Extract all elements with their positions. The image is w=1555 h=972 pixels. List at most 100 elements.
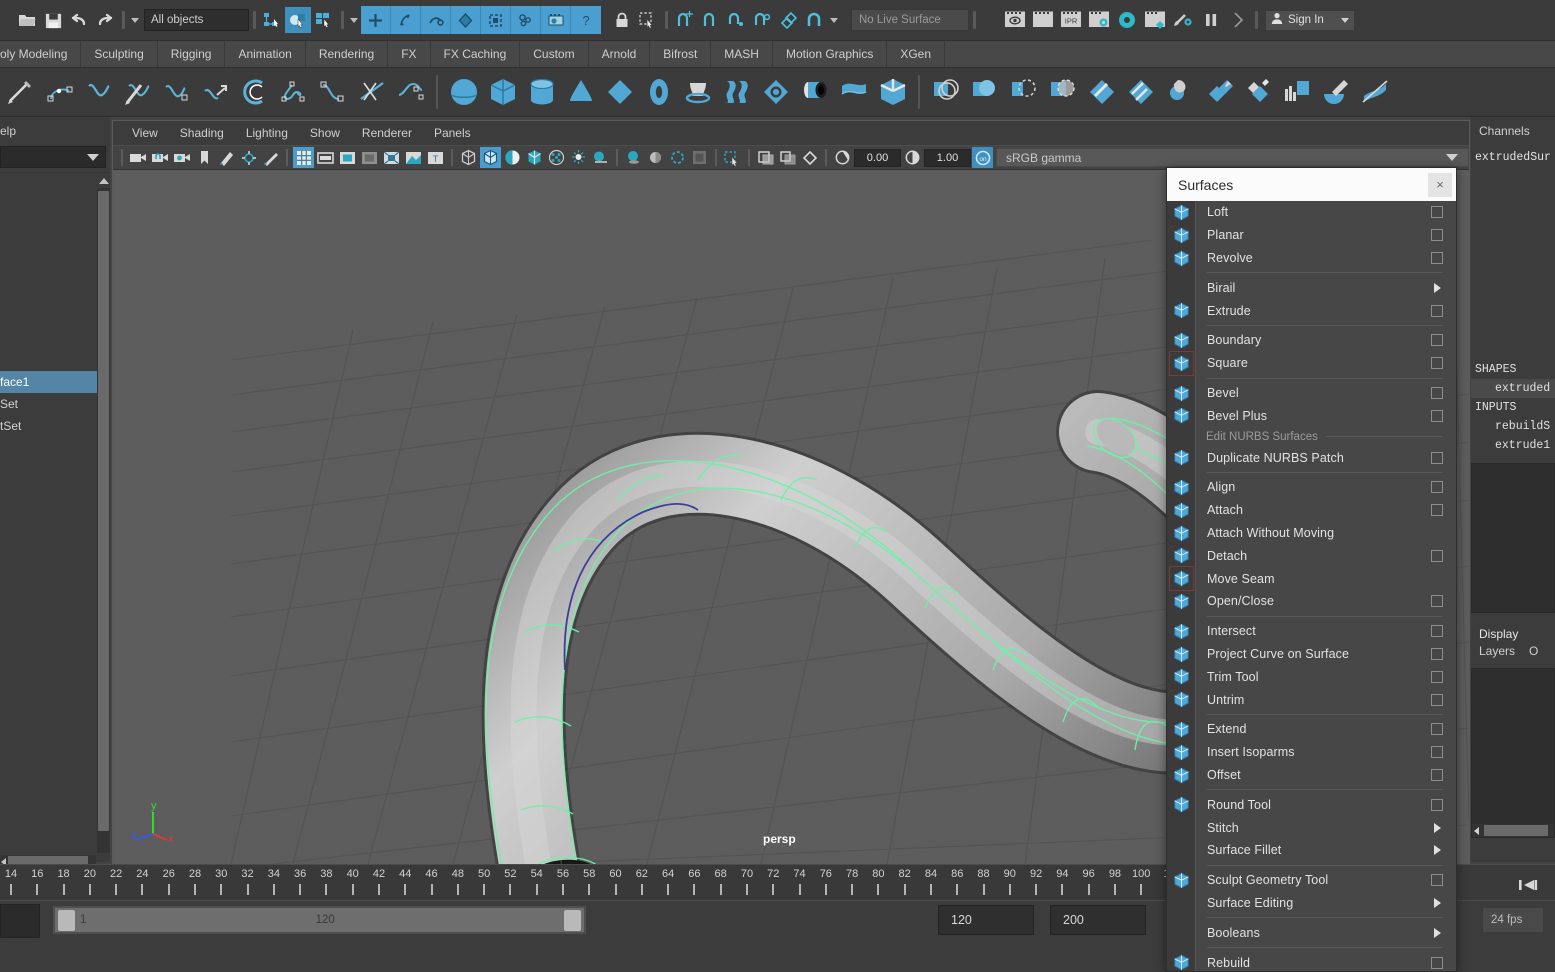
sign-in-button[interactable]: Sign In [1265, 9, 1355, 31]
list-item[interactable]: Set [0, 393, 110, 415]
time-tick[interactable] [798, 884, 801, 895]
tab-channels[interactable]: Channels [1479, 124, 1530, 138]
move-seam-icon[interactable] [1169, 566, 1194, 591]
time-slider-ticks[interactable]: 14 16 18 20 22 24 26 28 30 32 34 36 38 40 42 44 46 48 50 52… [0, 865, 1178, 901]
menu-item-extend[interactable]: Extend [1196, 718, 1456, 741]
menu-item-loft[interactable]: Loft [1196, 201, 1456, 224]
time-tick[interactable] [246, 884, 249, 895]
time-tick[interactable] [614, 884, 617, 895]
selection-highlight-icon[interactable] [635, 7, 661, 33]
time-tick[interactable] [193, 884, 196, 895]
option-box-checkbox[interactable] [1431, 451, 1443, 464]
option-box-checkbox[interactable] [1431, 304, 1443, 317]
menu-item-duplicate-nurbs-patch[interactable]: Duplicate NURBS Patch [1196, 446, 1456, 469]
menu-item-birail[interactable]: Birail [1196, 276, 1456, 299]
safe-title-icon[interactable]: T [425, 147, 446, 168]
reverse-direction-icon[interactable] [1356, 72, 1393, 112]
time-tick[interactable] [903, 884, 906, 895]
time-tick[interactable] [1035, 884, 1038, 895]
bookmark-icon[interactable] [194, 147, 215, 168]
image-plane-icon[interactable] [216, 147, 237, 168]
boundary-icon[interactable] [874, 72, 911, 112]
nurbs-cylinder-icon[interactable] [523, 72, 560, 112]
mask-curves-icon[interactable] [391, 6, 421, 34]
menu-item-project-curve-on-surface[interactable]: Project Curve on Surface [1196, 643, 1456, 666]
detach-curves-icon[interactable] [314, 72, 351, 112]
camera-attributes-icon[interactable] [150, 147, 171, 168]
shelf-tab[interactable]: MASH [711, 41, 773, 67]
time-tick[interactable] [1087, 884, 1090, 895]
menu-item-align[interactable]: Align [1196, 476, 1456, 499]
option-box-checkbox[interactable] [1431, 229, 1443, 242]
round-tool-icon[interactable] [1170, 793, 1193, 816]
field-chart-icon[interactable] [381, 147, 402, 168]
menu-item-detach[interactable]: Detach [1196, 544, 1456, 567]
nurbs-torus-icon[interactable] [640, 72, 677, 112]
time-tick[interactable] [430, 884, 433, 895]
smooth-shade-icon[interactable] [480, 147, 501, 168]
pencil-curve-tool-icon[interactable] [119, 72, 156, 112]
time-tick[interactable] [483, 884, 486, 895]
time-tick[interactable] [272, 884, 275, 895]
selection-filter-combo[interactable]: All objects [144, 9, 249, 31]
xray-active-components-icon[interactable] [799, 147, 820, 168]
time-tick[interactable] [693, 884, 696, 895]
undo-icon[interactable] [66, 7, 92, 33]
close-icon[interactable]: × [1428, 172, 1452, 197]
untrim-icon[interactable] [1170, 688, 1193, 711]
option-box-checkbox[interactable] [1431, 549, 1443, 562]
time-tick[interactable] [1061, 884, 1064, 895]
offset-icon[interactable] [1170, 764, 1193, 787]
option-box-checkbox[interactable] [1431, 956, 1443, 969]
loft-icon[interactable] [1170, 201, 1193, 224]
shelf-tab[interactable]: FX Caching [431, 41, 521, 67]
wireframe-icon[interactable] [458, 147, 479, 168]
time-tick[interactable] [561, 884, 564, 895]
option-box-checkbox[interactable] [1431, 693, 1443, 706]
lighting-icon[interactable] [568, 147, 589, 168]
cut-curve-icon[interactable] [353, 72, 390, 112]
bevel-plus-icon[interactable] [1170, 404, 1193, 427]
option-box-checkbox[interactable] [1431, 386, 1443, 399]
scrollbar-thumb[interactable] [98, 191, 109, 831]
gamma-field[interactable]: 1.00 [924, 148, 971, 167]
playback-speed-field[interactable]: 24 fps [1482, 907, 1544, 933]
time-tick[interactable] [36, 884, 39, 895]
xray-joints-icon[interactable] [777, 147, 798, 168]
exposure-field[interactable]: 0.00 [854, 148, 901, 167]
shelf-tab[interactable]: Rigging [158, 41, 226, 67]
inputs-item[interactable]: extrude1 [1471, 436, 1555, 455]
time-tick[interactable] [456, 884, 459, 895]
viewport-menu-lighting[interactable]: Lighting [235, 126, 299, 140]
menu-item-insert-isoparms[interactable]: Insert Isoparms [1196, 741, 1456, 764]
render-settings-icon[interactable] [1085, 7, 1113, 33]
planar-icon[interactable] [1170, 224, 1193, 247]
lock-icon[interactable] [609, 7, 635, 33]
safe-action-icon[interactable] [403, 147, 424, 168]
pause-render-icon[interactable] [1197, 7, 1225, 33]
detach-icon[interactable] [1170, 544, 1193, 567]
shelf-tab[interactable]: Rendering [306, 41, 389, 67]
option-box-checkbox[interactable] [1431, 251, 1443, 264]
revolve-icon[interactable] [1170, 247, 1193, 270]
viewport-menu-show[interactable]: Show [299, 126, 351, 140]
time-tick[interactable] [167, 884, 170, 895]
redo-icon[interactable] [92, 7, 118, 33]
multisample-icon[interactable] [667, 147, 688, 168]
gate-mask-icon[interactable] [359, 147, 380, 168]
nurbs-cube-icon[interactable] [484, 72, 521, 112]
menu-item-bevel-plus[interactable]: Bevel Plus [1196, 404, 1456, 427]
menu-item-booleans[interactable]: Booleans [1196, 921, 1456, 944]
camera-icon[interactable] [128, 147, 149, 168]
list-item[interactable]: tSet [0, 415, 110, 437]
surface-fillet-icon[interactable] [1239, 72, 1276, 112]
chevron-down-icon[interactable] [827, 7, 841, 33]
mask-deformations-icon[interactable] [451, 6, 481, 34]
project-curve-icon[interactable] [1170, 643, 1193, 666]
save-scene-icon[interactable] [40, 7, 66, 33]
shapes-item[interactable]: extruded [1471, 379, 1555, 398]
attach-curves-icon[interactable] [275, 72, 312, 112]
shelf-tab[interactable]: Motion Graphics [773, 41, 888, 67]
time-tick[interactable] [929, 884, 932, 895]
time-tick[interactable] [1008, 884, 1011, 895]
